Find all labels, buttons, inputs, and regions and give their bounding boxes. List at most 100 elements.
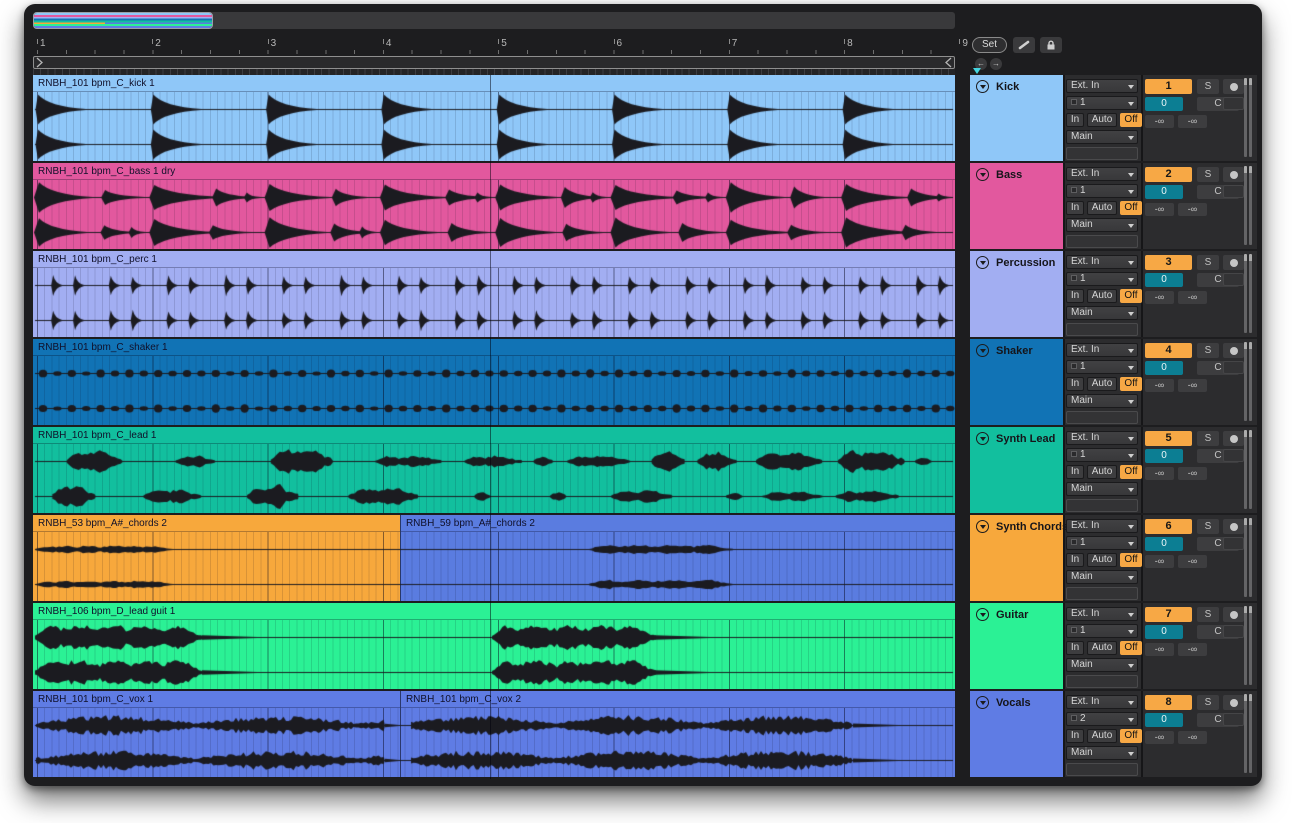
track-activator-kick[interactable]: 1 [1145, 79, 1192, 94]
monitor-in-button[interactable]: In [1066, 729, 1084, 743]
pan-value[interactable]: 0 [1145, 625, 1183, 639]
volume-value-2[interactable]: -∞ [1178, 643, 1207, 656]
track-activator-bass[interactable]: 2 [1145, 167, 1192, 182]
unfold-track-button[interactable] [976, 168, 989, 181]
volume-value-2[interactable]: -∞ [1178, 203, 1207, 216]
monitor-in-button[interactable]: In [1066, 553, 1084, 567]
extra-button[interactable] [1223, 361, 1244, 374]
output-channel-box[interactable] [1066, 763, 1138, 776]
monitor-off-button[interactable]: Off [1120, 641, 1142, 655]
output-channel-box[interactable] [1066, 235, 1138, 248]
unfold-track-button[interactable] [976, 696, 989, 709]
monitor-in-button[interactable]: In [1066, 377, 1084, 391]
pan-value[interactable]: 0 [1145, 361, 1183, 375]
monitor-off-button[interactable]: Off [1120, 289, 1142, 303]
volume-value-1[interactable]: -∞ [1145, 467, 1174, 480]
output-select[interactable]: Main [1066, 394, 1138, 408]
track-activator-percussion[interactable]: 3 [1145, 255, 1192, 270]
input-channel-select[interactable]: 1 [1066, 448, 1138, 462]
volume-value-2[interactable]: -∞ [1178, 731, 1207, 744]
input-channel-select[interactable]: 1 [1066, 272, 1138, 286]
track-header-percussion[interactable]: Percussion [970, 251, 1063, 337]
monitor-off-button[interactable]: Off [1120, 553, 1142, 567]
clip-guitar-1[interactable]: RNBH_106 bpm_D_lead guit 1 [33, 603, 955, 689]
output-channel-box[interactable] [1066, 499, 1138, 512]
input-type-select[interactable]: Ext. In [1066, 79, 1138, 93]
monitor-auto-button[interactable]: Auto [1087, 377, 1117, 391]
pan-value[interactable]: 0 [1145, 449, 1183, 463]
clip-percussion-1[interactable]: RNBH_101 bpm_C_perc 1 [33, 251, 955, 337]
monitor-auto-button[interactable]: Auto [1087, 465, 1117, 479]
clip-synth-chords-1[interactable]: RNBH_53 bpm_A#_chords 2 [33, 515, 400, 601]
input-type-select[interactable]: Ext. In [1066, 255, 1138, 269]
monitor-off-button[interactable]: Off [1120, 465, 1142, 479]
extra-button[interactable] [1223, 625, 1244, 638]
extra-button[interactable] [1223, 185, 1244, 198]
clip-synth-chords-2[interactable]: RNBH_59 bpm_A#_chords 2 [400, 515, 955, 601]
monitor-in-button[interactable]: In [1066, 113, 1084, 127]
output-select[interactable]: Main [1066, 658, 1138, 672]
volume-value-1[interactable]: -∞ [1145, 731, 1174, 744]
track-activator-synth-chords[interactable]: 6 [1145, 519, 1192, 534]
input-channel-select[interactable]: 1 [1066, 360, 1138, 374]
output-channel-box[interactable] [1066, 675, 1138, 688]
volume-value-1[interactable]: -∞ [1145, 643, 1174, 656]
unfold-track-button[interactable] [976, 520, 989, 533]
solo-button[interactable]: S [1197, 255, 1219, 270]
unfold-track-button[interactable] [976, 256, 989, 269]
monitor-in-button[interactable]: In [1066, 641, 1084, 655]
track-header-kick[interactable]: Kick [970, 75, 1063, 161]
input-type-select[interactable]: Ext. In [1066, 343, 1138, 357]
clip-bass-1[interactable]: RNBH_101 bpm_C_bass 1 dry [33, 163, 955, 249]
monitor-in-button[interactable]: In [1066, 465, 1084, 479]
volume-value-1[interactable]: -∞ [1145, 291, 1174, 304]
arrangement-overview[interactable] [33, 12, 955, 29]
clip-kick-1[interactable]: RNBH_101 bpm_C_kick 1 [33, 75, 955, 161]
volume-value-2[interactable]: -∞ [1178, 555, 1207, 568]
input-channel-select[interactable]: 2 [1066, 712, 1138, 726]
output-channel-box[interactable] [1066, 147, 1138, 160]
track-activator-guitar[interactable]: 7 [1145, 607, 1192, 622]
monitor-auto-button[interactable]: Auto [1087, 553, 1117, 567]
monitor-off-button[interactable]: Off [1120, 377, 1142, 391]
output-channel-box[interactable] [1066, 411, 1138, 424]
input-channel-select[interactable]: 1 [1066, 96, 1138, 110]
track-header-guitar[interactable]: Guitar [970, 603, 1063, 689]
volume-value-2[interactable]: -∞ [1178, 379, 1207, 392]
output-channel-box[interactable] [1066, 587, 1138, 600]
output-channel-box[interactable] [1066, 323, 1138, 336]
arm-record-button[interactable] [1223, 343, 1244, 358]
monitor-off-button[interactable]: Off [1120, 113, 1142, 127]
input-channel-select[interactable]: 1 [1066, 184, 1138, 198]
monitor-off-button[interactable]: Off [1120, 729, 1142, 743]
pan-value[interactable]: 0 [1145, 185, 1183, 199]
track-activator-shaker[interactable]: 4 [1145, 343, 1192, 358]
input-channel-select[interactable]: 1 [1066, 536, 1138, 550]
input-type-select[interactable]: Ext. In [1066, 607, 1138, 621]
track-header-shaker[interactable]: Shaker [970, 339, 1063, 425]
arm-record-button[interactable] [1223, 519, 1244, 534]
solo-button[interactable]: S [1197, 431, 1219, 446]
extra-button[interactable] [1223, 97, 1244, 110]
monitor-auto-button[interactable]: Auto [1087, 729, 1117, 743]
input-type-select[interactable]: Ext. In [1066, 519, 1138, 533]
beat-time-ruler[interactable]: 123456789 [33, 37, 955, 54]
monitor-auto-button[interactable]: Auto [1087, 113, 1117, 127]
volume-value-1[interactable]: -∞ [1145, 203, 1174, 216]
pan-value[interactable]: 0 [1145, 537, 1183, 551]
track-header-vocals[interactable]: Vocals [970, 691, 1063, 777]
arm-record-button[interactable] [1223, 695, 1244, 710]
pan-value[interactable]: 0 [1145, 97, 1183, 111]
volume-value-2[interactable]: -∞ [1178, 115, 1207, 128]
monitor-auto-button[interactable]: Auto [1087, 641, 1117, 655]
unfold-track-button[interactable] [976, 344, 989, 357]
input-channel-select[interactable]: 1 [1066, 624, 1138, 638]
clip-vocals-1[interactable]: RNBH_101 bpm_C_vox 1 [33, 691, 400, 777]
volume-value-2[interactable]: -∞ [1178, 291, 1207, 304]
pan-value[interactable]: 0 [1145, 273, 1183, 287]
output-select[interactable]: Main [1066, 746, 1138, 760]
pan-value[interactable]: 0 [1145, 713, 1183, 727]
track-activator-synth-lead[interactable]: 5 [1145, 431, 1192, 446]
volume-value-1[interactable]: -∞ [1145, 379, 1174, 392]
overview-resize-handle[interactable] [212, 14, 213, 27]
